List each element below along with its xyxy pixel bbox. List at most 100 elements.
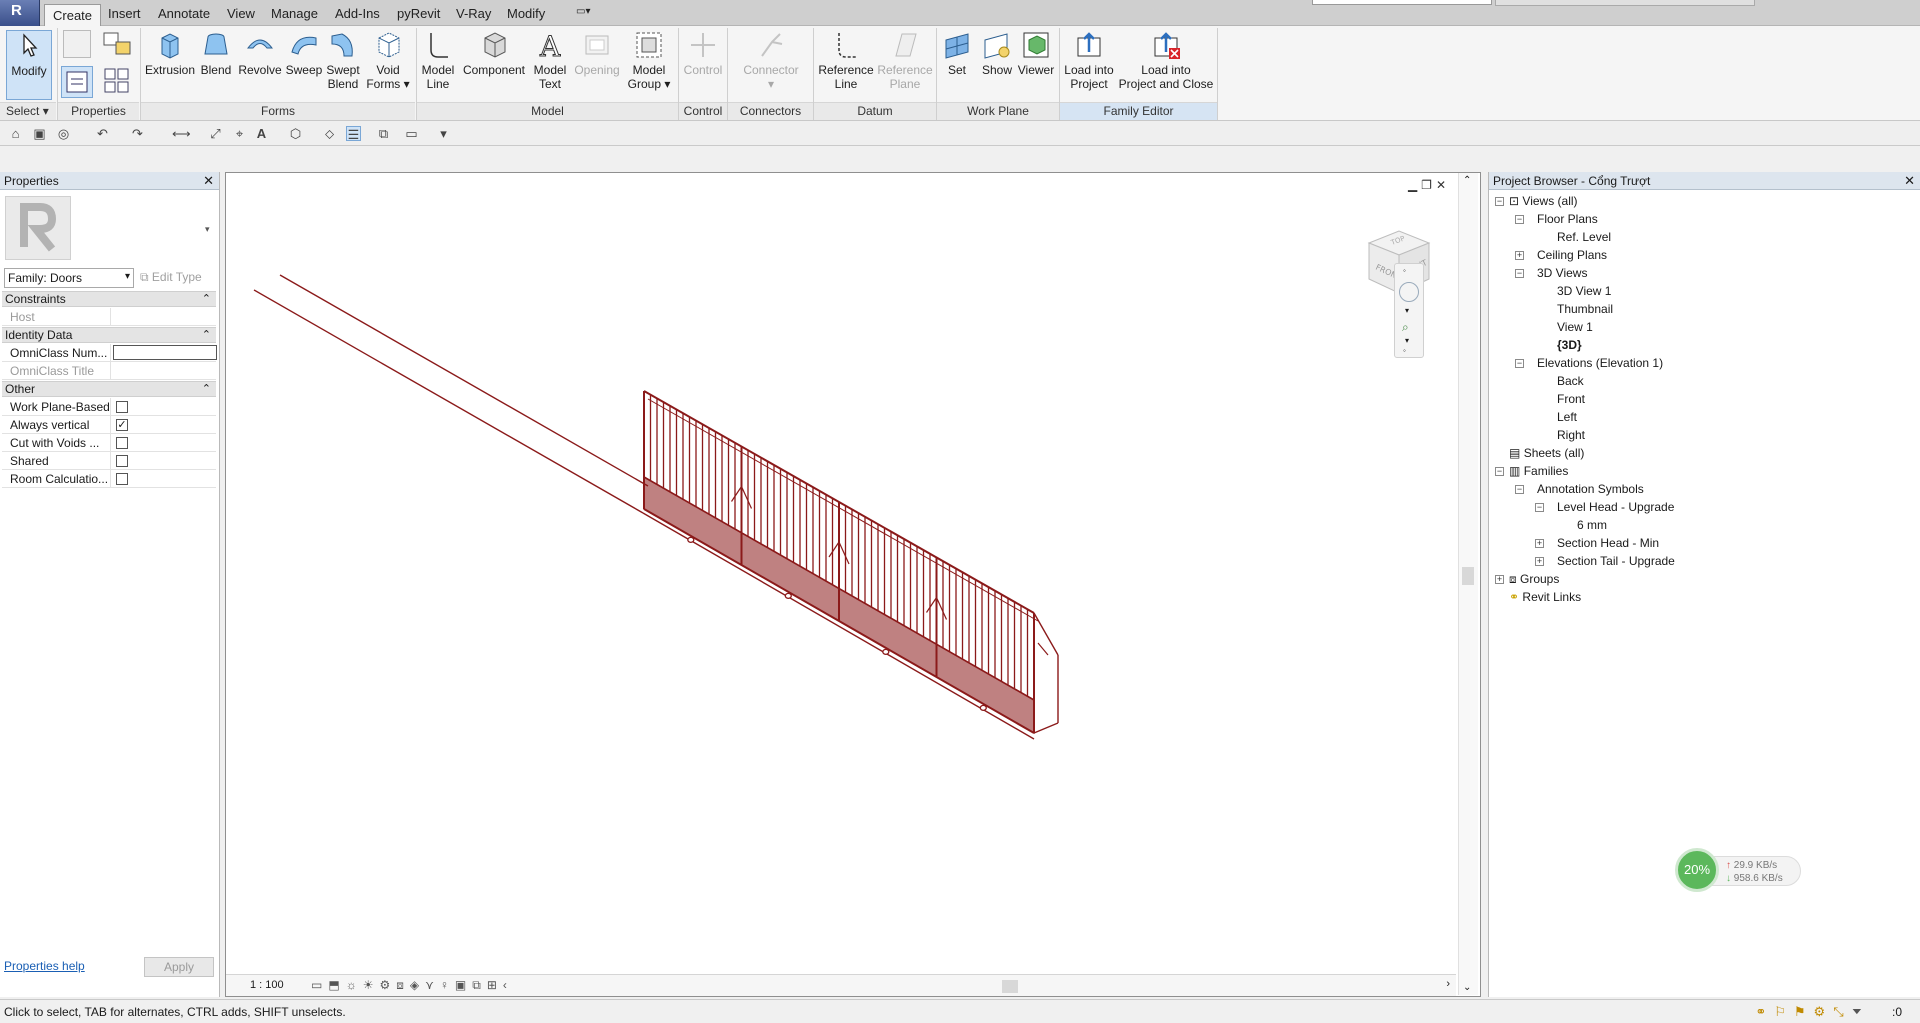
scroll-right-icon[interactable]: › xyxy=(1446,978,1450,990)
tree-ceiling-plans[interactable]: Ceiling Plans xyxy=(1537,248,1607,262)
opening-button[interactable]: Opening xyxy=(572,30,622,77)
cut-with-voids-checkbox[interactable] xyxy=(116,437,128,449)
open-icon[interactable]: ⌂ xyxy=(8,126,23,141)
redo-icon[interactable]: ↷ xyxy=(130,126,145,141)
apply-button[interactable]: Apply xyxy=(144,957,214,977)
tree-views-all[interactable]: ⊡ Views (all) xyxy=(1509,194,1578,208)
expand-toggle[interactable]: + xyxy=(1495,575,1504,584)
select-by-face-icon[interactable]: ⚙ xyxy=(1814,1004,1834,1019)
show-crop-icon[interactable]: ◈ xyxy=(410,978,425,992)
tree-elevations[interactable]: Elevations (Elevation 1) xyxy=(1537,356,1663,370)
zoom-icon[interactable]: ⌕ xyxy=(1402,320,1409,335)
type-selector-thumbnail[interactable] xyxy=(5,196,71,260)
select-links-icon[interactable]: ⚭ xyxy=(1755,1004,1774,1019)
tree-back[interactable]: Back xyxy=(1557,374,1584,388)
close-icon[interactable]: ✕ xyxy=(1904,173,1915,189)
edit-type-button[interactable]: ⧉ Edit Type xyxy=(140,270,202,285)
type-properties-icon[interactable] xyxy=(102,66,132,96)
tree-section-head[interactable]: Section Head - Min xyxy=(1557,536,1659,550)
collapse-icon[interactable]: ⌃ xyxy=(202,328,211,342)
collapse-toggle[interactable]: − xyxy=(1495,467,1504,476)
scroll-up-icon[interactable]: ⌃ xyxy=(1463,175,1471,186)
work-plane-based-checkbox[interactable] xyxy=(116,401,128,413)
load-into-project-button[interactable]: Load into Project xyxy=(1060,30,1118,91)
expand-toggle[interactable]: + xyxy=(1535,539,1544,548)
load-into-project-and-close-button[interactable]: Load into Project and Close xyxy=(1118,30,1214,91)
tree-floor-plans[interactable]: Floor Plans xyxy=(1537,212,1598,226)
default-3d-view-icon[interactable]: ⬡ xyxy=(288,126,303,141)
tab-add-ins[interactable]: Add-Ins xyxy=(335,6,380,21)
switch-windows-icon[interactable]: ▭ xyxy=(404,126,419,141)
tree-right[interactable]: Right xyxy=(1557,428,1585,442)
shared-checkbox[interactable] xyxy=(116,455,128,467)
family-properties-icon[interactable] xyxy=(63,30,91,58)
family-category-icon[interactable] xyxy=(102,30,132,58)
tab-modify[interactable]: Modify xyxy=(507,6,545,21)
visual-style-icon[interactable]: ⬒ xyxy=(328,978,345,992)
tab-insert[interactable]: Insert xyxy=(108,6,141,21)
model-group-button[interactable]: Model Group ▾ xyxy=(626,30,672,91)
close-hidden-windows-icon[interactable]: ⧉ xyxy=(376,126,391,141)
tree-annotation-symbols[interactable]: Annotation Symbols xyxy=(1537,482,1644,496)
tab-vray[interactable]: V-Ray xyxy=(456,6,491,21)
collapse-toggle[interactable]: − xyxy=(1495,197,1504,206)
group-identity-data[interactable]: Identity Data ⌃ xyxy=(2,327,216,343)
search-input[interactable] xyxy=(1312,0,1492,5)
scroll-down-icon[interactable]: ⌄ xyxy=(1463,982,1471,993)
steering-wheel-icon[interactable] xyxy=(1399,282,1419,302)
section-icon[interactable]: ⬦ xyxy=(322,126,337,141)
family-types-button[interactable] xyxy=(61,66,93,98)
collapse-toggle[interactable]: − xyxy=(1515,359,1524,368)
expand-toggle[interactable]: + xyxy=(1515,251,1524,260)
tag-icon[interactable]: ⌖ xyxy=(232,126,247,141)
swept-blend-button[interactable]: Swept Blend xyxy=(324,30,362,91)
tree-families[interactable]: ▥ Families xyxy=(1509,464,1568,478)
sweep-button[interactable]: Sweep xyxy=(284,30,324,77)
tab-manage[interactable]: Manage xyxy=(271,6,318,21)
show-work-plane-button[interactable]: Show xyxy=(978,30,1016,77)
model-line-button[interactable]: Model Line xyxy=(418,30,458,91)
drag-elements-icon[interactable]: ⤡ xyxy=(1833,1004,1851,1019)
render-icon[interactable]: ⚙ xyxy=(379,978,396,992)
component-button[interactable]: Component xyxy=(460,30,528,77)
viewer-button[interactable]: Viewer xyxy=(1016,30,1056,77)
group-other[interactable]: Other ⌃ xyxy=(2,381,216,397)
tree-view-1[interactable]: View 1 xyxy=(1557,320,1593,334)
horizontal-scroll-thumb[interactable] xyxy=(1002,980,1018,993)
drawing-area-3d-view[interactable]: ▁❐✕ TOP FRONT RIGHT ◦ ▾ ⌕ ▾ ◦ ⌃ ⌄ 1 : 10… xyxy=(225,172,1481,997)
tree-thumbnail[interactable]: Thumbnail xyxy=(1557,302,1613,316)
tree-3d-current[interactable]: {3D} xyxy=(1557,338,1582,352)
crop-view-icon[interactable]: ⧈ xyxy=(396,978,410,992)
reference-line-button[interactable]: Reference Line xyxy=(816,30,876,91)
control-button[interactable]: Control xyxy=(680,30,726,77)
tab-create[interactable]: Create xyxy=(44,4,102,26)
dimension-icon[interactable]: ⤢ xyxy=(208,126,223,141)
sync-icon[interactable]: ◎ xyxy=(56,126,71,141)
tree-groups[interactable]: ⧈ Groups xyxy=(1509,572,1559,587)
sun-path-icon[interactable]: ☼ xyxy=(346,978,363,992)
modify-button[interactable]: Modify xyxy=(6,30,52,100)
undo-icon[interactable]: ↶ xyxy=(95,126,110,141)
room-calculation-checkbox[interactable] xyxy=(116,473,128,485)
tab-pyrevit[interactable]: pyRevit xyxy=(397,6,440,21)
shadows-icon[interactable]: ☀ xyxy=(363,978,380,992)
reveal-hidden-icon[interactable]: ♀ xyxy=(440,978,455,992)
collapse-toggle[interactable]: − xyxy=(1515,269,1524,278)
collapse-toggle[interactable]: − xyxy=(1515,485,1524,494)
thin-lines-icon[interactable]: ☰ xyxy=(346,126,361,142)
scroll-left-icon[interactable]: ‹ xyxy=(503,978,513,992)
expand-toggle[interactable]: + xyxy=(1535,557,1544,566)
reference-plane-button[interactable]: Reference Plane xyxy=(876,30,934,91)
properties-help-link[interactable]: Properties help xyxy=(4,959,85,973)
tab-annotate[interactable]: Annotate xyxy=(158,6,210,21)
model-text-button[interactable]: A Model Text xyxy=(530,30,570,91)
collapse-icon[interactable]: ⌃ xyxy=(202,382,211,396)
filter-icon[interactable]: ⏷ xyxy=(1852,1004,1870,1019)
worksharing-display-icon[interactable]: ⧉ xyxy=(472,978,487,992)
detail-level-icon[interactable]: ▭ xyxy=(311,978,328,992)
view-scale[interactable]: 1 : 100 xyxy=(250,979,284,991)
tree-left[interactable]: Left xyxy=(1557,410,1577,424)
select-pinned-icon[interactable]: ⚑ xyxy=(1794,1004,1814,1019)
select-panel-dropdown[interactable]: Select ▾ xyxy=(0,102,56,120)
close-icon[interactable]: ✕ xyxy=(203,173,214,189)
